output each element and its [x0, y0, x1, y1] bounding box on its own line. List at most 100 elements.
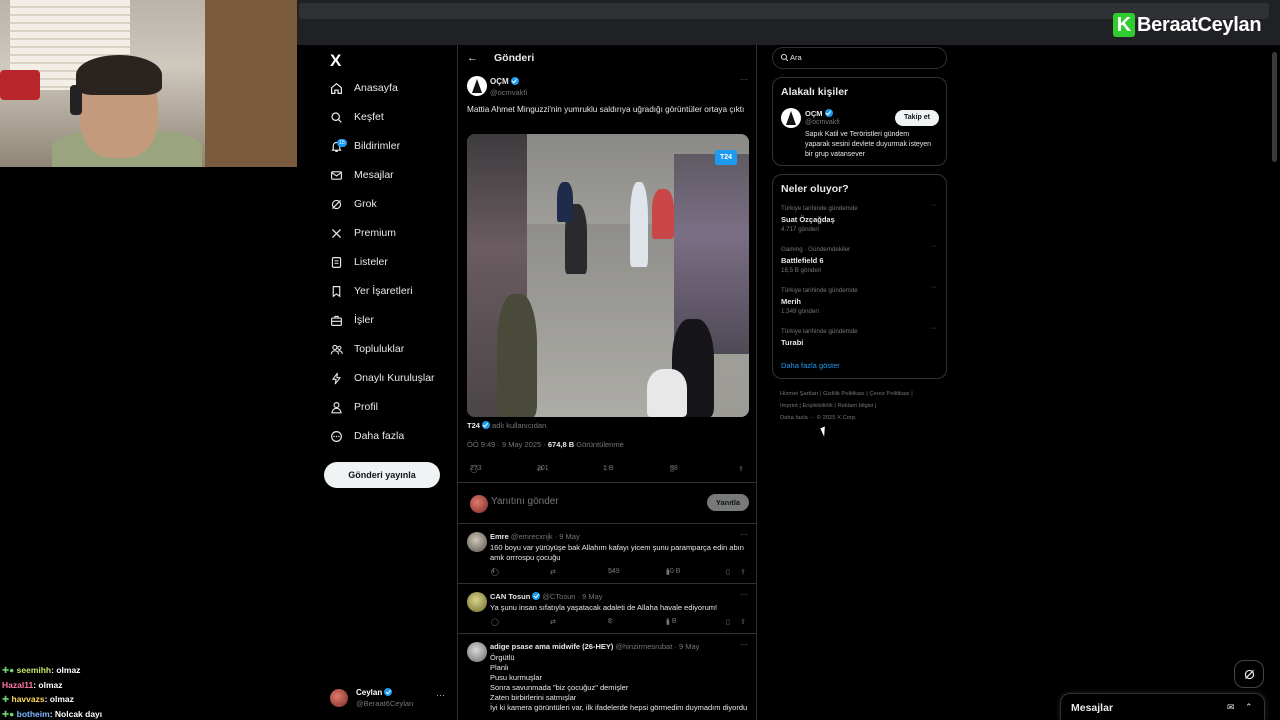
sidebar-item-lists[interactable]: Listeler: [330, 251, 388, 273]
back-arrow-icon[interactable]: ←: [467, 52, 478, 64]
more-dots-icon[interactable]: ···: [930, 243, 937, 250]
trend-count: 1.349 gönderi: [781, 308, 819, 315]
search-input[interactable]: [790, 53, 940, 62]
footer-line[interactable]: Imprint | Erişilebilirlik | Reklam bilgi…: [780, 401, 945, 413]
trend-context: Türkiye tarihinde gündemde: [781, 205, 858, 212]
search-box[interactable]: [772, 47, 947, 69]
sidebar: X Anasayfa Keşfet 15 Bildirimler Mesajla…: [322, 45, 457, 720]
reply-text-line: Zaten birbirlerini satmışlar: [490, 693, 577, 703]
sidebar-item-notifications[interactable]: 15 Bildirimler: [330, 135, 400, 157]
comment-icon[interactable]: ◯: [491, 618, 499, 626]
sidebar-item-bookmarks[interactable]: Yer İşaretleri: [330, 280, 413, 302]
bookmark-icon[interactable]: ▯: [726, 618, 730, 626]
tweet-author[interactable]: OÇM: [490, 77, 519, 86]
post-button[interactable]: Gönderi yayınla: [324, 462, 440, 488]
sidebar-item-more[interactable]: Daha fazla: [330, 425, 404, 447]
sidebar-item-home[interactable]: Anasayfa: [330, 77, 398, 99]
footer-line[interactable]: Hizmet Şartları | Gizlilik Politikası | …: [780, 389, 945, 401]
tweet-actions: ◯ 273 ⇄ 201 ♡ 1 B ▯ 98 ⇪: [458, 465, 756, 479]
trend-item[interactable]: Türkiye tarihinde gündemde Merih 1.349 g…: [781, 284, 941, 317]
trend-item[interactable]: Türkiye tarihinde gündemde Turabi ···: [781, 325, 941, 349]
avatar[interactable]: [467, 532, 487, 552]
reply-meta: @CTosun · 9 May: [540, 592, 603, 601]
more-dots-icon[interactable]: ···: [930, 284, 937, 291]
share-icon[interactable]: ⇪: [740, 618, 746, 626]
reply-meta: @emrecxnjk · 9 May: [508, 532, 580, 541]
tweet-video[interactable]: T24: [467, 134, 749, 417]
chat-line: ✚ havvazs: olmaz: [2, 694, 74, 704]
reply-text-line: Planlı: [490, 663, 509, 673]
tweet-time: ÖÖ 9:49 · 9 May 2025 ·: [467, 440, 548, 449]
footer-line[interactable]: Daha fazla ··· © 2025 X Corp.: [780, 413, 945, 425]
more-dots-icon[interactable]: ···: [740, 530, 748, 539]
tweet-meta: ÖÖ 9:49 · 9 May 2025 · 674,8 B Görüntüle…: [467, 440, 624, 449]
person-name: OÇM: [805, 109, 823, 118]
reply-meta: @hinzirmesrubat · 9 May: [613, 642, 700, 651]
reply-text: 160 boyu var yürüyüşe bak Allahım kafayı…: [490, 543, 744, 563]
more-dots-icon[interactable]: ···: [740, 75, 748, 84]
sidebar-item-premium[interactable]: Premium: [330, 222, 396, 244]
video-channel-badge: T24: [715, 150, 737, 165]
messages-drawer[interactable]: Mesajlar ✉ ⌃: [1060, 693, 1265, 720]
trend-title: Suat Özçağdaş: [781, 215, 835, 224]
reply-count: 4: [491, 568, 495, 575]
media-source[interactable]: T24 adlı kullanıcıdan: [467, 421, 546, 430]
share-icon[interactable]: ⇪: [740, 568, 746, 576]
trend-item[interactable]: Gaming · Gündemdekiler Battlefield 6 18,…: [781, 243, 941, 276]
x-logo-icon: [331, 228, 342, 238]
sidebar-item-label: Premium: [354, 227, 397, 239]
avatar[interactable]: [467, 642, 487, 662]
account-switcher[interactable]: Ceylan @Beraat6Ceylan ···: [328, 685, 452, 713]
sidebar-item-label: Onaylı Kuruluşlar: [354, 372, 435, 384]
sidebar-item-communities[interactable]: Topluluklar: [330, 338, 404, 360]
bookmark-icon: [332, 285, 341, 298]
repost-icon[interactable]: ⇄: [550, 618, 556, 626]
more-dots-icon[interactable]: ···: [930, 325, 937, 332]
reply-button[interactable]: Yanıtla: [707, 494, 749, 511]
sidebar-item-label: Bildirimler: [354, 140, 401, 152]
avatar[interactable]: [467, 592, 487, 612]
reply-author: CAN Tosun: [490, 592, 531, 601]
sidebar-item-grok[interactable]: Grok: [330, 193, 377, 215]
list-item[interactable]: adige psase ama midwife (26-HEY) @hinzir…: [458, 634, 756, 720]
repost-icon[interactable]: ⇄: [550, 568, 556, 576]
people-icon: [330, 344, 343, 354]
sidebar-item-verified-orgs[interactable]: Onaylı Kuruluşlar: [330, 367, 435, 389]
verified-badge-icon: [481, 421, 490, 429]
show-more-link[interactable]: Daha fazla göster: [781, 361, 840, 370]
sidebar-item-profile[interactable]: Profil: [330, 396, 378, 418]
sidebar-item-label: Topluluklar: [354, 343, 405, 355]
more-dots-icon[interactable]: ···: [930, 202, 937, 209]
compose-message-icon[interactable]: ✉: [1227, 702, 1235, 713]
reply-actions: ◯ 4 ⇄ ♡ 549 ▮ 10 B ▯ ⇪: [458, 568, 756, 582]
view-count: 10 B: [666, 568, 681, 575]
expand-icon[interactable]: ⌃: [1245, 702, 1253, 713]
sidebar-item-jobs[interactable]: İşler: [330, 309, 374, 331]
sidebar-item-explore[interactable]: Keşfet: [330, 106, 384, 128]
tweet-text: Mattia Ahmet Minguzzi'nin yumruklu saldı…: [467, 105, 745, 114]
avatar[interactable]: [781, 108, 801, 128]
grok-floating-button[interactable]: [1234, 660, 1264, 688]
person-handle[interactable]: @ocmvakfi: [805, 119, 840, 126]
more-dots-icon[interactable]: ···: [436, 690, 445, 700]
more-dots-icon[interactable]: ···: [740, 590, 748, 599]
bookmark-icon[interactable]: ▯: [726, 568, 730, 576]
tweet-handle[interactable]: @ocmvakfi: [490, 88, 527, 97]
panel-title: Neler oluyor?: [781, 183, 849, 195]
list-item[interactable]: Emre @emrecxnjk · 9 May ··· 160 boyu var…: [458, 524, 756, 584]
more-dots-icon[interactable]: ···: [740, 640, 748, 649]
list-item[interactable]: CAN Tosun @CTosun · 9 May ··· Ya şunu in…: [458, 584, 756, 634]
avatar[interactable]: [467, 76, 487, 96]
grok-icon: [1244, 669, 1255, 680]
footer-links[interactable]: Hizmet Şartları | Gizlilik Politikası | …: [780, 389, 945, 424]
grok-icon: [331, 199, 342, 209]
follow-button[interactable]: Takip et: [895, 110, 939, 126]
repost-count: 201: [537, 465, 549, 472]
reply-input[interactable]: [491, 496, 691, 507]
scrollbar[interactable]: [1272, 52, 1277, 162]
sidebar-item-messages[interactable]: Mesajlar: [330, 164, 394, 186]
x-logo-icon[interactable]: X: [330, 51, 348, 70]
share-icon[interactable]: ⇪: [738, 465, 744, 473]
trend-item[interactable]: Türkiye tarihinde gündemde Suat Özçağdaş…: [781, 202, 941, 235]
person-name-row[interactable]: OÇM: [805, 109, 833, 118]
